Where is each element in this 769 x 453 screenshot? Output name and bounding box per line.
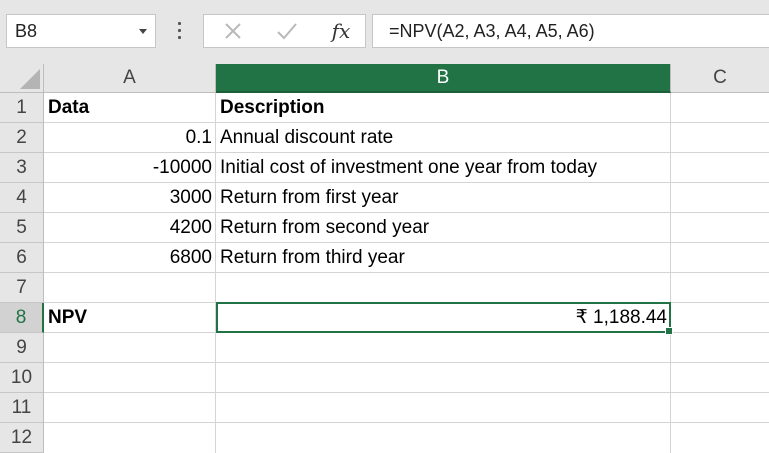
row-header-11[interactable]: 11 [0, 393, 44, 423]
insert-function-button[interactable]: fx [316, 15, 366, 47]
column-header-c[interactable]: C [671, 64, 769, 93]
formula-bar: B8 fx =NPV(A2, A3, A4, A5, A6) [0, 0, 769, 64]
cell-b11[interactable] [216, 393, 671, 423]
cell-c11[interactable] [671, 393, 769, 423]
formula-text: =NPV(A2, A3, A4, A5, A6) [389, 21, 595, 41]
row-header-2[interactable]: 2 [0, 123, 44, 153]
cell-b3[interactable]: Initial cost of investment one year from… [216, 153, 671, 183]
cell-a10[interactable] [44, 363, 216, 393]
cell-a4[interactable]: 3000 [44, 183, 216, 213]
name-box[interactable]: B8 [6, 14, 156, 48]
chevron-down-icon[interactable] [139, 29, 147, 34]
row-header-12[interactable]: 12 [0, 423, 44, 453]
spreadsheet-grid: A B C 1 2 3 4 5 6 7 8 9 10 11 12 Data De… [0, 64, 769, 453]
column-header-b[interactable]: B [216, 64, 671, 93]
cell-c1[interactable] [671, 93, 769, 123]
cell-b1[interactable]: Description [216, 93, 671, 123]
row-header-3[interactable]: 3 [0, 153, 44, 183]
column-header-a[interactable]: A [44, 64, 216, 93]
row-header-8[interactable]: 8 [0, 303, 44, 333]
row-header-5[interactable]: 5 [0, 213, 44, 243]
more-options-icon[interactable] [178, 22, 182, 42]
cell-b5[interactable]: Return from second year [216, 213, 671, 243]
cell-b12[interactable] [216, 423, 671, 453]
cell-b4[interactable]: Return from first year [216, 183, 671, 213]
row-header-7[interactable]: 7 [0, 273, 44, 303]
row-header-6[interactable]: 6 [0, 243, 44, 273]
cell-c10[interactable] [671, 363, 769, 393]
select-all-button[interactable] [0, 64, 44, 93]
cell-c7[interactable] [671, 273, 769, 303]
cell-a7[interactable] [44, 273, 216, 303]
row-header-1[interactable]: 1 [0, 93, 44, 123]
cell-a11[interactable] [44, 393, 216, 423]
select-all-icon [20, 69, 40, 89]
cell-b6[interactable]: Return from third year [216, 243, 671, 273]
row-header-9[interactable]: 9 [0, 333, 44, 363]
cell-c6[interactable] [671, 243, 769, 273]
cell-c9[interactable] [671, 333, 769, 363]
close-icon[interactable] [208, 15, 258, 47]
name-box-value: B8 [15, 21, 38, 41]
formula-buttons: fx [203, 14, 366, 48]
cell-a9[interactable] [44, 333, 216, 363]
row-header-4[interactable]: 4 [0, 183, 44, 213]
cell-a6[interactable]: 6800 [44, 243, 216, 273]
cell-c3[interactable] [671, 153, 769, 183]
cell-a5[interactable]: 4200 [44, 213, 216, 243]
cell-c5[interactable] [671, 213, 769, 243]
row-header-10[interactable]: 10 [0, 363, 44, 393]
cell-b8[interactable]: ₹ 1,188.44 [216, 303, 671, 333]
cell-c4[interactable] [671, 183, 769, 213]
check-icon[interactable] [262, 15, 312, 47]
cell-c2[interactable] [671, 123, 769, 153]
formula-input[interactable]: =NPV(A2, A3, A4, A5, A6) [372, 14, 769, 48]
cell-a2[interactable]: 0.1 [44, 123, 216, 153]
cell-a12[interactable] [44, 423, 216, 453]
cell-b7[interactable] [216, 273, 671, 303]
cell-c12[interactable] [671, 423, 769, 453]
cell-a3[interactable]: -10000 [44, 153, 216, 183]
cell-a8[interactable]: NPV [44, 303, 216, 333]
cell-a1[interactable]: Data [44, 93, 216, 123]
cell-b9[interactable] [216, 333, 671, 363]
cell-c8[interactable] [671, 303, 769, 333]
cell-b2[interactable]: Annual discount rate [216, 123, 671, 153]
cell-b10[interactable] [216, 363, 671, 393]
